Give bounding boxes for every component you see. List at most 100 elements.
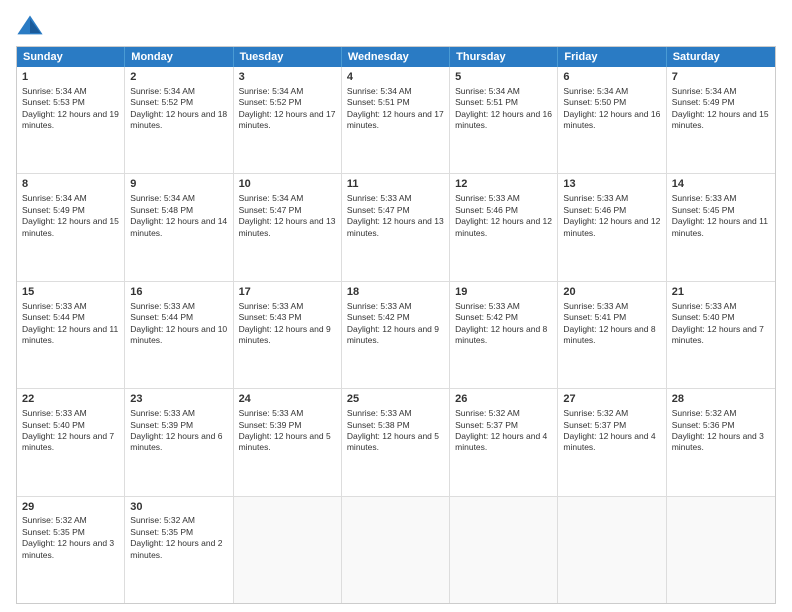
- day-number: 21: [672, 285, 770, 300]
- sunset-text: Sunset: 5:45 PM: [672, 205, 735, 215]
- calendar-header: SundayMondayTuesdayWednesdayThursdayFrid…: [17, 47, 775, 67]
- sunrise-text: Sunrise: 5:34 AM: [130, 193, 195, 203]
- sunrise-text: Sunrise: 5:33 AM: [22, 301, 87, 311]
- sunset-text: Sunset: 5:36 PM: [672, 420, 735, 430]
- day-number: 5: [455, 70, 552, 85]
- sunrise-text: Sunrise: 5:33 AM: [347, 193, 412, 203]
- day-number: 10: [239, 177, 336, 192]
- daylight-text: Daylight: 12 hours and 11 minutes.: [22, 324, 118, 345]
- day-number: 13: [563, 177, 660, 192]
- day-cell-25: 25Sunrise: 5:33 AMSunset: 5:38 PMDayligh…: [342, 389, 450, 495]
- day-number: 28: [672, 392, 770, 407]
- day-cell-4: 4Sunrise: 5:34 AMSunset: 5:51 PMDaylight…: [342, 67, 450, 173]
- sunset-text: Sunset: 5:42 PM: [455, 312, 518, 322]
- sunrise-text: Sunrise: 5:32 AM: [22, 515, 87, 525]
- day-number: 30: [130, 500, 227, 515]
- day-number: 17: [239, 285, 336, 300]
- sunset-text: Sunset: 5:44 PM: [130, 312, 193, 322]
- sunset-text: Sunset: 5:39 PM: [130, 420, 193, 430]
- day-cell-14: 14Sunrise: 5:33 AMSunset: 5:45 PMDayligh…: [667, 174, 775, 280]
- day-header-monday: Monday: [125, 47, 233, 67]
- daylight-text: Daylight: 12 hours and 9 minutes.: [239, 324, 331, 345]
- day-cell-15: 15Sunrise: 5:33 AMSunset: 5:44 PMDayligh…: [17, 282, 125, 388]
- sunset-text: Sunset: 5:53 PM: [22, 97, 85, 107]
- day-cell-8: 8Sunrise: 5:34 AMSunset: 5:49 PMDaylight…: [17, 174, 125, 280]
- day-cell-28: 28Sunrise: 5:32 AMSunset: 5:36 PMDayligh…: [667, 389, 775, 495]
- sunset-text: Sunset: 5:46 PM: [455, 205, 518, 215]
- day-cell-21: 21Sunrise: 5:33 AMSunset: 5:40 PM Dayligh…: [667, 282, 775, 388]
- day-number: 12: [455, 177, 552, 192]
- daylight-text: Daylight: 12 hours and 17 minutes.: [347, 109, 444, 130]
- sunset-text: Sunset: 5:40 PM: [672, 312, 735, 322]
- day-number: 1: [22, 70, 119, 85]
- sunset-text: Sunset: 5:47 PM: [347, 205, 410, 215]
- sunset-text: Sunset: 5:43 PM: [239, 312, 302, 322]
- sunset-text: Sunset: 5:52 PM: [239, 97, 302, 107]
- daylight-text: Daylight: 12 hours and 5 minutes.: [239, 431, 331, 452]
- header: [16, 12, 776, 40]
- day-number: 16: [130, 285, 227, 300]
- sunrise-text: Sunrise: 5:33 AM: [672, 301, 737, 311]
- day-number: 4: [347, 70, 444, 85]
- sunset-text: Sunset: 5:44 PM: [22, 312, 85, 322]
- daylight-text: Daylight: 12 hours and 3 minutes.: [22, 538, 114, 559]
- sunset-text: Sunset: 5:47 PM: [239, 205, 302, 215]
- sunset-text: Sunset: 5:48 PM: [130, 205, 193, 215]
- daylight-text: Daylight: 12 hours and 7 minutes.: [672, 324, 764, 345]
- sunrise-text: Sunrise: 5:33 AM: [455, 301, 520, 311]
- sunset-text: Sunset: 5:51 PM: [347, 97, 410, 107]
- sunset-text: Sunset: 5:39 PM: [239, 420, 302, 430]
- day-header-saturday: Saturday: [667, 47, 775, 67]
- sunset-text: Sunset: 5:35 PM: [130, 527, 193, 537]
- day-number: 22: [22, 392, 119, 407]
- empty-cell: [450, 497, 558, 603]
- sunrise-text: Sunrise: 5:34 AM: [563, 86, 628, 96]
- daylight-text: Daylight: 12 hours and 19 minutes.: [22, 109, 119, 130]
- daylight-text: Daylight: 12 hours and 10 minutes.: [130, 324, 227, 345]
- day-number: 23: [130, 392, 227, 407]
- page: SundayMondayTuesdayWednesdayThursdayFrid…: [0, 0, 792, 612]
- week-row-2: 8Sunrise: 5:34 AMSunset: 5:49 PMDaylight…: [17, 174, 775, 281]
- week-row-3: 15Sunrise: 5:33 AMSunset: 5:44 PMDayligh…: [17, 282, 775, 389]
- sunrise-text: Sunrise: 5:34 AM: [22, 193, 87, 203]
- day-cell-13: 13Sunrise: 5:33 AMSunset: 5:46 PMDayligh…: [558, 174, 666, 280]
- sunrise-text: Sunrise: 5:33 AM: [347, 408, 412, 418]
- sunrise-text: Sunrise: 5:33 AM: [239, 408, 304, 418]
- sunrise-text: Sunrise: 5:32 AM: [563, 408, 628, 418]
- daylight-text: Daylight: 12 hours and 12 minutes.: [563, 216, 660, 237]
- day-cell-17: 17Sunrise: 5:33 AMSunset: 5:43 PMDayligh…: [234, 282, 342, 388]
- day-number: 26: [455, 392, 552, 407]
- day-header-friday: Friday: [558, 47, 666, 67]
- day-cell-12: 12Sunrise: 5:33 AMSunset: 5:46 PMDayligh…: [450, 174, 558, 280]
- day-header-tuesday: Tuesday: [234, 47, 342, 67]
- sunset-text: Sunset: 5:40 PM: [22, 420, 85, 430]
- logo-icon: [16, 12, 44, 40]
- day-number: 20: [563, 285, 660, 300]
- daylight-text: Daylight: 12 hours and 12 minutes.: [455, 216, 552, 237]
- week-row-5: 29Sunrise: 5:32 AMSunset: 5:35 PMDayligh…: [17, 497, 775, 603]
- daylight-text: Daylight: 12 hours and 15 minutes.: [672, 109, 769, 130]
- sunset-text: Sunset: 5:49 PM: [672, 97, 735, 107]
- day-number: 19: [455, 285, 552, 300]
- day-number: 29: [22, 500, 119, 515]
- day-number: 3: [239, 70, 336, 85]
- daylight-text: Daylight: 12 hours and 8 minutes.: [563, 324, 655, 345]
- calendar: SundayMondayTuesdayWednesdayThursdayFrid…: [16, 46, 776, 604]
- sunset-text: Sunset: 5:50 PM: [563, 97, 626, 107]
- day-number: 27: [563, 392, 660, 407]
- day-cell-22: 22Sunrise: 5:33 AMSunset: 5:40 PMDayligh…: [17, 389, 125, 495]
- day-cell-2: 2Sunrise: 5:34 AMSunset: 5:52 PMDaylight…: [125, 67, 233, 173]
- sunset-text: Sunset: 5:37 PM: [563, 420, 626, 430]
- day-cell-10: 10Sunrise: 5:34 AMSunset: 5:47 PMDayligh…: [234, 174, 342, 280]
- sunrise-text: Sunrise: 5:33 AM: [563, 193, 628, 203]
- day-cell-18: 18Sunrise: 5:33 AMSunset: 5:42 PMDayligh…: [342, 282, 450, 388]
- sunset-text: Sunset: 5:35 PM: [22, 527, 85, 537]
- day-header-sunday: Sunday: [17, 47, 125, 67]
- sunrise-text: Sunrise: 5:33 AM: [130, 408, 195, 418]
- day-header-wednesday: Wednesday: [342, 47, 450, 67]
- day-cell-7: 7Sunrise: 5:34 AMSunset: 5:49 PMDaylight…: [667, 67, 775, 173]
- daylight-text: Daylight: 12 hours and 13 minutes.: [239, 216, 336, 237]
- daylight-text: Daylight: 12 hours and 3 minutes.: [672, 431, 764, 452]
- day-cell-30: 30Sunrise: 5:32 AMSunset: 5:35 PMDayligh…: [125, 497, 233, 603]
- daylight-text: Daylight: 12 hours and 4 minutes.: [455, 431, 547, 452]
